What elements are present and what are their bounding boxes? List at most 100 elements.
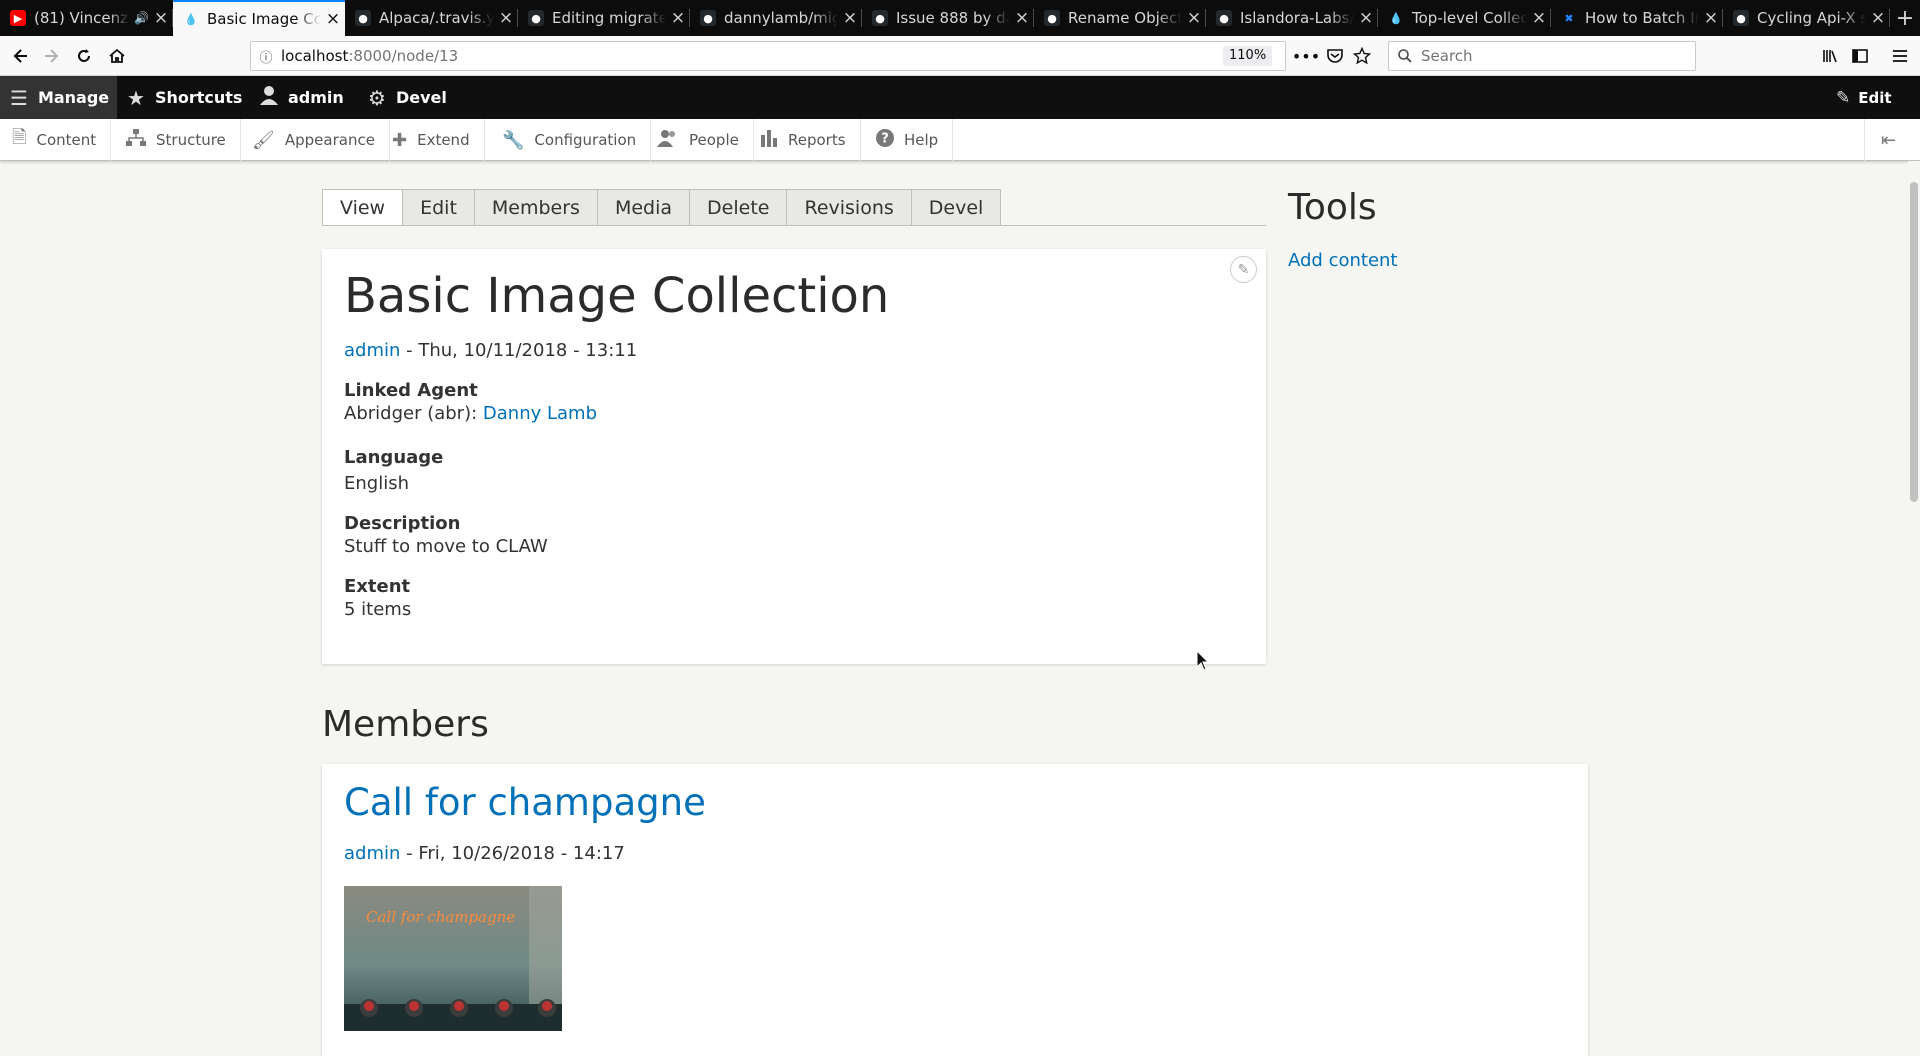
tab-devel[interactable]: Devel: [911, 189, 1002, 226]
browser-tab-title: Islandora-Labs/: [1240, 9, 1354, 27]
user-label: admin: [288, 88, 344, 107]
gear-icon: ⚙: [368, 85, 386, 110]
tray-label-help: Help: [904, 131, 939, 149]
url-bar[interactable]: ⓘ localhost:8000/node/13 110%: [250, 41, 1286, 71]
browser-tab-title: dannylamb/mig: [724, 9, 838, 27]
bookmark-star-icon[interactable]: [1348, 42, 1376, 70]
extent-label: Extent: [344, 576, 411, 597]
neon-sign-text: Call for champagne: [366, 908, 515, 926]
library-icon[interactable]: [1816, 42, 1844, 70]
browser-tab-title: Editing migrate: [552, 9, 666, 27]
tray-item-reports[interactable]: Reports: [748, 119, 861, 161]
browser-tab[interactable]: ● Rename Object ×: [1034, 0, 1206, 36]
tab-revisions[interactable]: Revisions: [787, 189, 912, 226]
tab-view[interactable]: View: [322, 189, 404, 226]
close-tab-icon[interactable]: ×: [321, 9, 345, 29]
tray-label-appearance: Appearance: [284, 131, 375, 149]
browser-tab[interactable]: ● Cycling Api-X sta×: [1723, 0, 1890, 36]
url-host: localhost: [281, 47, 349, 65]
linked-agent-link[interactable]: Danny Lamb: [483, 403, 597, 424]
search-icon: [1398, 49, 1412, 63]
member-thumbnail-image[interactable]: Call for champagne: [344, 886, 562, 1031]
close-tab-icon[interactable]: ×: [666, 8, 690, 28]
browser-tab-title: (81) Vincenzo: [34, 9, 131, 27]
speaker-icon[interactable]: 🔊: [134, 11, 149, 25]
browser-tab[interactable]: ✖ How to Batch In ×: [1551, 0, 1723, 36]
github-icon: ●: [1216, 10, 1232, 26]
add-content-link[interactable]: Add content: [1288, 250, 1398, 271]
tab-media[interactable]: Media: [597, 189, 691, 226]
back-icon[interactable]: [6, 42, 34, 70]
close-tab-icon[interactable]: ×: [1527, 8, 1551, 28]
member-title-link[interactable]: Call for champagne: [344, 781, 706, 824]
site-info-icon[interactable]: ⓘ: [251, 47, 281, 66]
forward-icon[interactable]: [38, 42, 66, 70]
github-icon: ●: [872, 10, 888, 26]
wrench-icon: 🔧: [502, 129, 525, 151]
close-tab-icon[interactable]: ×: [494, 8, 518, 28]
tab-members[interactable]: Members: [474, 189, 598, 226]
tray-item-appearance[interactable]: 🖌 Appearance: [240, 119, 390, 161]
member-meta: admin - Fri, 10/26/2018 - 14:17: [344, 843, 625, 864]
close-tab-icon[interactable]: ×: [1354, 8, 1378, 28]
new-tab-icon[interactable]: +: [1890, 0, 1920, 36]
github-icon: ●: [1044, 10, 1060, 26]
mouse-cursor-icon: [1196, 649, 1210, 676]
shortcuts-button[interactable]: ★ Shortcuts: [127, 76, 242, 119]
devel-button[interactable]: ⚙ Devel: [368, 76, 447, 119]
close-tab-icon[interactable]: ×: [1010, 8, 1034, 28]
tray-label-structure: Structure: [156, 131, 226, 149]
search-input[interactable]: Search: [1388, 41, 1696, 71]
tray-item-extend[interactable]: ✚ Extend: [380, 119, 485, 161]
browser-tab[interactable]: 💧 Basic Image Coll ×: [173, 0, 345, 36]
browser-tab-title: Basic Image Coll: [207, 10, 321, 28]
browser-tab-title: Alpaca/.travis.y: [379, 9, 494, 27]
tray-label-extend: Extend: [417, 131, 470, 149]
member-author-link[interactable]: admin: [344, 843, 400, 864]
github-icon: ●: [528, 10, 544, 26]
sidebar-toggle-icon[interactable]: [1846, 42, 1874, 70]
browser-tab[interactable]: ● Editing migrate ×: [518, 0, 690, 36]
browser-tab[interactable]: ● dannylamb/mig ×: [690, 0, 862, 36]
home-icon[interactable]: [103, 42, 131, 70]
browser-tab[interactable]: 💧 Top-level Collect ×: [1378, 0, 1551, 36]
tray-orientation-toggle[interactable]: ⇤: [1864, 119, 1912, 161]
file-icon: 🗎: [12, 127, 27, 148]
browser-tab[interactable]: ● Islandora-Labs/×: [1206, 0, 1378, 36]
tray-item-people[interactable]: People: [645, 119, 754, 161]
browser-tab-title: Rename Object: [1068, 9, 1182, 27]
contextual-edit-pencil-icon[interactable]: ✎: [1230, 256, 1257, 283]
pencil-icon: ✎: [1836, 87, 1851, 108]
pocket-icon[interactable]: [1321, 42, 1349, 70]
close-tab-icon[interactable]: ×: [1866, 8, 1890, 28]
browser-nav-bar: ⓘ localhost:8000/node/13 110% ••• Search: [0, 36, 1920, 76]
puzzle-icon: ✚: [392, 129, 408, 151]
manage-button[interactable]: ☰ Manage: [0, 76, 117, 119]
edit-mode-button[interactable]: ✎ Edit: [1836, 76, 1892, 119]
browser-tab-title: Cycling Api-X sta: [1757, 9, 1866, 27]
close-tab-icon[interactable]: ×: [838, 8, 862, 28]
tray-item-configuration[interactable]: 🔧 Configuration: [490, 119, 652, 161]
browser-tab[interactable]: ▶ (81) Vincenzo 🔊 ×: [0, 0, 173, 36]
linked-agent-value: Abridger (abr): Danny Lamb: [344, 403, 597, 424]
reload-icon[interactable]: [70, 42, 98, 70]
close-tab-icon[interactable]: ×: [1182, 8, 1206, 28]
tray-item-help[interactable]: ? Help: [864, 119, 954, 161]
sitemap-icon: [126, 128, 146, 152]
browser-tab-strip: ▶ (81) Vincenzo 🔊 × 💧 Basic Image Coll × ● Alpac…: [0, 0, 1920, 36]
author-link[interactable]: admin: [344, 340, 400, 361]
browser-tab[interactable]: ● Issue 888 by dan×: [862, 0, 1034, 36]
drupal-icon: 💧: [184, 12, 198, 26]
browser-tab[interactable]: ● Alpaca/.travis.y ×: [345, 0, 518, 36]
hamburger-menu-icon[interactable]: [1886, 42, 1914, 70]
close-tab-icon[interactable]: ×: [1699, 8, 1723, 28]
user-button[interactable]: admin: [260, 76, 344, 119]
tab-edit[interactable]: Edit: [403, 189, 475, 226]
close-tab-icon[interactable]: ×: [149, 8, 173, 28]
page-scrollbar-thumb[interactable]: [1910, 182, 1918, 502]
tab-delete[interactable]: Delete: [690, 189, 788, 226]
zoom-level[interactable]: 110%: [1223, 46, 1273, 66]
tray-item-structure[interactable]: Structure: [114, 119, 241, 161]
tray-item-content[interactable]: 🗎 Content: [0, 119, 112, 161]
page-actions-icon[interactable]: •••: [1292, 42, 1320, 70]
